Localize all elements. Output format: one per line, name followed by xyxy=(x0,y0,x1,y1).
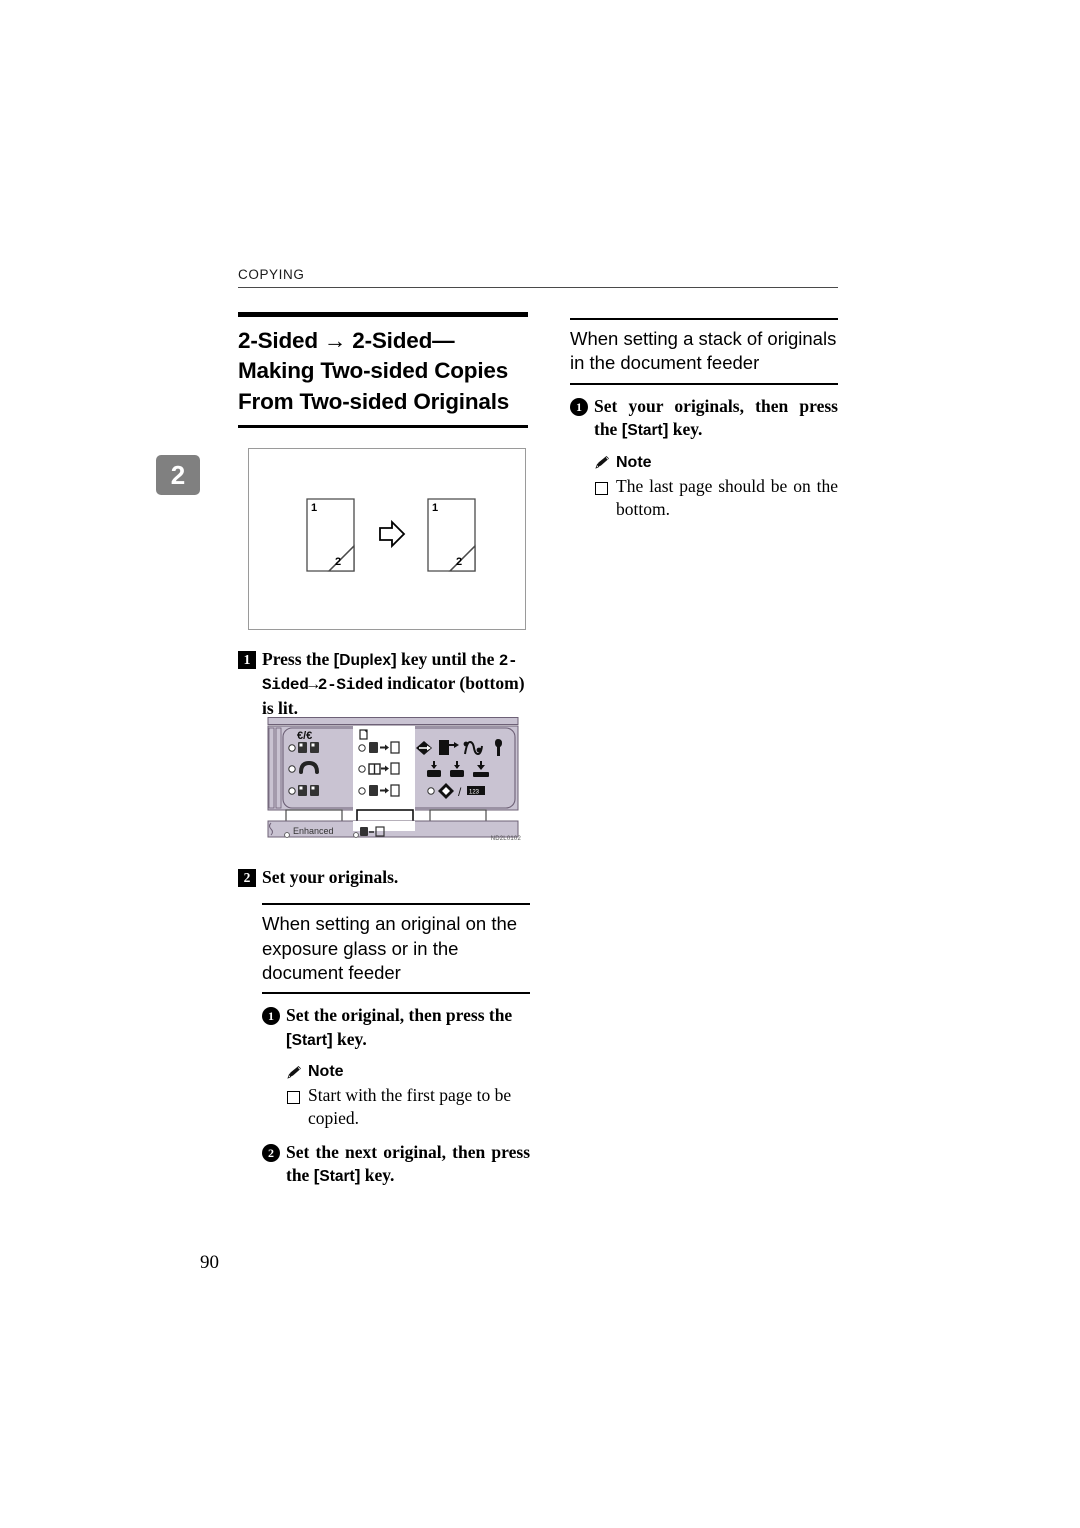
right-note-heading: Note xyxy=(594,454,838,472)
running-head-label: COPYING xyxy=(238,267,305,282)
manual-page: COPYING 2 2-Sided → 2-Sided—Making Two-s… xyxy=(0,0,1080,1528)
page-title: 2-Sided → 2-Sided—Making Two-sided Copie… xyxy=(238,328,510,414)
right-substep-1: 1 Set your originals, then press the [St… xyxy=(570,395,838,442)
duplex-diagram-svg: 1 2 1 2 xyxy=(306,498,476,572)
note-title: Note xyxy=(308,1063,344,1081)
right-note-item: The last page should be on the bottom. xyxy=(594,475,838,521)
chapter-tab: 2 xyxy=(156,455,200,495)
note-block-right: Note The last page should be on the bott… xyxy=(594,454,838,521)
substep-1: 1 Set the original, then press the [Star… xyxy=(262,1004,530,1051)
substep-1-body: Set the original, then press the [Start]… xyxy=(286,1004,530,1051)
right-subheading: When setting a stack of originals in the… xyxy=(570,328,837,374)
left-subheading: When setting an original on the exposure… xyxy=(262,913,518,984)
substep-2: 2 Set the next original, then press the … xyxy=(262,1141,530,1188)
right-subheading-block: When setting a stack of originals in the… xyxy=(570,318,838,385)
left-column: 2-Sided → 2-Sided—Making Two-sided Copie… xyxy=(238,312,528,429)
step-2-marker: 2 xyxy=(238,869,256,887)
left-column-lower: 2 Set your originals. When setting an or… xyxy=(238,866,530,1187)
step-1-marker: 1 xyxy=(238,651,256,669)
note-bullet-icon xyxy=(287,1091,300,1105)
page-number: 90 xyxy=(200,1252,219,1273)
start-key-label-2: [Start] xyxy=(313,1165,361,1185)
left-column-step1: 1 Press the [Duplex] key until the 2-Sid… xyxy=(238,638,530,720)
substep-2-text-b: key. xyxy=(360,1164,395,1185)
right-subhead-rule-top xyxy=(570,318,838,320)
step-2: 2 Set your originals. xyxy=(238,866,530,889)
left-subhead-rule-top xyxy=(262,903,530,906)
step-1: 1 Press the [Duplex] key until the 2-Sid… xyxy=(238,648,530,720)
running-head-rule xyxy=(238,286,838,288)
figure-code-label: ND2L0102 xyxy=(490,836,521,842)
start-key-label: [Start] xyxy=(286,1029,333,1049)
svg-text:123: 123 xyxy=(469,790,480,796)
note-block-left: Note Start with the first page to be cop… xyxy=(286,1063,530,1130)
right-note-item-text: The last page should be on the bottom. xyxy=(616,475,838,519)
note-item-text: Start with the first page to be copied. xyxy=(308,1085,512,1129)
step-1-text-b: key until the xyxy=(396,649,499,669)
source-sheet: 1 2 xyxy=(306,498,355,572)
two-sided-to-two-sided-diagram: 1 2 1 2 xyxy=(248,448,526,630)
left-substeps: 1 Set the original, then press the [Star… xyxy=(262,1004,530,1187)
right-substep-1-body: Set your originals, then press the [Star… xyxy=(594,395,838,442)
substep-1-text-a: Set the original, then press the xyxy=(286,1005,513,1026)
step-2-body: Set your originals. xyxy=(262,867,399,887)
substep-2-body: Set the next original, then press the [S… xyxy=(286,1141,530,1188)
right-note-title: Note xyxy=(616,453,652,471)
step-1-body: Press the [Duplex] key until the 2-Sided… xyxy=(262,648,530,720)
right-start-key-label: [Start] xyxy=(621,420,669,440)
svg-text:1: 1 xyxy=(432,502,438,514)
substep-1-text-b: key. xyxy=(332,1028,367,1049)
svg-text:1: 1 xyxy=(311,502,317,514)
step-1-text-a: Press the xyxy=(262,649,334,669)
svg-text:2: 2 xyxy=(456,556,462,568)
pencil-icon xyxy=(595,456,609,469)
section-rule-top xyxy=(238,312,528,317)
result-sheet: 1 2 xyxy=(427,498,476,572)
note-item: Start with the first page to be copied. xyxy=(286,1084,530,1130)
transform-arrow xyxy=(379,519,406,549)
note-bullet-icon xyxy=(595,481,608,495)
substep-2-marker: 2 xyxy=(262,1143,280,1162)
right-substep-1-marker: 1 xyxy=(570,397,588,416)
right-subhead-rule-bottom xyxy=(570,382,838,385)
copier-control-panel-illustration: €/€ / 123 Enhanced ND2L0102 xyxy=(265,717,523,842)
running-head: COPYING xyxy=(238,267,838,288)
control-panel-svg: €/€ / 123 Enhanced xyxy=(267,717,519,838)
pencil-icon xyxy=(287,1065,301,1079)
note-heading: Note xyxy=(286,1063,530,1081)
right-substep-1-text-b: key. xyxy=(668,419,703,440)
section-rule-bottom xyxy=(238,425,528,429)
left-subheading-block: When setting an original on the exposure… xyxy=(262,903,530,995)
left-subhead-rule-bottom xyxy=(262,992,530,995)
right-column: When setting a stack of originals in the… xyxy=(570,318,838,521)
svg-text:2: 2 xyxy=(335,556,341,568)
svg-text:€/€: €/€ xyxy=(297,730,312,742)
enhanced-label: Enhanced xyxy=(293,826,334,836)
duplex-key-label: [Duplex] xyxy=(333,650,397,669)
substep-1-marker: 1 xyxy=(262,1007,280,1026)
